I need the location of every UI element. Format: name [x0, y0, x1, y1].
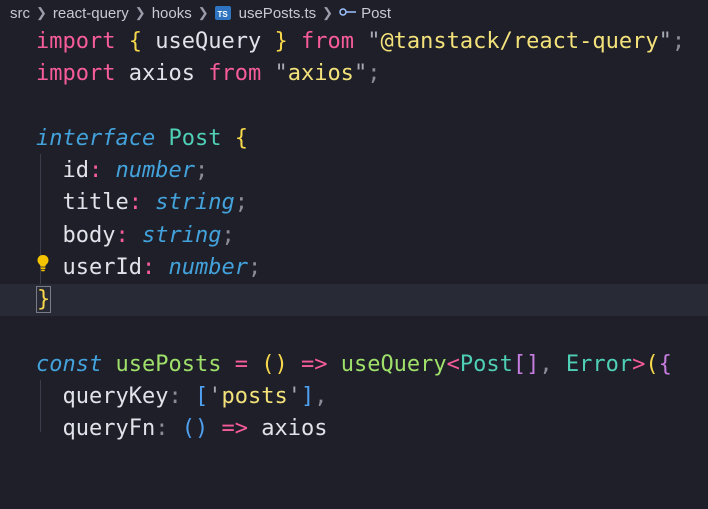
brace: }	[274, 29, 288, 54]
string-literal: posts	[221, 384, 288, 409]
keyword: interface	[36, 126, 156, 151]
function-call: useQuery	[340, 352, 447, 377]
code-line-12[interactable]: queryKey: ['posts'],	[0, 381, 708, 413]
punctuation: >	[632, 352, 646, 377]
breadcrumb-item-hooks[interactable]: hooks	[152, 5, 192, 22]
breadcrumb-item-file[interactable]: TS usePosts.ts	[214, 4, 317, 22]
punctuation: ;	[234, 190, 248, 215]
property: queryKey	[62, 384, 169, 409]
quote: '	[287, 384, 301, 409]
punctuation: ;	[194, 158, 209, 183]
punctuation: :	[115, 223, 129, 248]
code-line-11[interactable]: const usePosts = () => useQuery<Post[], …	[0, 349, 708, 381]
identifier: axios	[128, 61, 195, 86]
keyword: from	[208, 61, 262, 86]
brace: {	[128, 29, 142, 54]
chevron-right-icon: ❯	[134, 5, 146, 20]
brace: (	[645, 352, 659, 377]
punctuation: ,	[539, 352, 553, 377]
code-editor[interactable]: import { useQuery } from "@tanstack/reac…	[0, 26, 708, 441]
type-name: Post	[168, 126, 222, 151]
breadcrumb-item-symbol[interactable]: Post	[339, 5, 391, 22]
punctuation: ;	[221, 223, 235, 248]
type-name: Post	[459, 352, 513, 377]
punctuation: ;	[671, 29, 686, 54]
code-line-13[interactable]: queryFn: () => axios	[0, 413, 708, 445]
type-name: Error	[565, 352, 633, 377]
brace: ()	[261, 352, 288, 377]
code-line-8[interactable]: userId: number;	[0, 252, 708, 284]
breadcrumb: src ❯ react-query ❯ hooks ❯ TS usePosts.…	[0, 0, 708, 26]
punctuation: :	[89, 158, 103, 183]
chevron-right-icon: ❯	[36, 5, 47, 20]
brace: [	[194, 384, 209, 409]
punctuation: <	[446, 352, 460, 377]
punctuation: ;	[247, 255, 262, 280]
property: id	[62, 158, 90, 183]
breadcrumb-item-react-query[interactable]: react-query	[53, 5, 129, 22]
punctuation: :	[141, 255, 156, 280]
chevron-right-icon: ❯	[322, 5, 334, 20]
type-name: string	[155, 190, 235, 215]
code-line-6[interactable]: title: string;	[0, 187, 708, 219]
brace: }	[36, 286, 52, 313]
punctuation: ,	[314, 384, 328, 409]
breadcrumb-file-label: usePosts.ts	[238, 4, 317, 22]
punctuation: :	[128, 190, 142, 215]
code-line-5[interactable]: id: number;	[0, 155, 708, 187]
string-literal: @tanstack/react-query	[380, 29, 659, 54]
quote: "	[353, 61, 368, 86]
symbol-interface-icon	[339, 5, 357, 22]
property: body	[62, 223, 116, 248]
code-line-7[interactable]: body: string;	[0, 220, 708, 252]
punctuation: :	[155, 416, 169, 441]
brace: ()	[181, 416, 209, 441]
identifier: usePosts	[115, 352, 222, 377]
chevron-right-icon: ❯	[197, 5, 209, 20]
operator: =>	[221, 416, 248, 441]
keyword: import	[36, 61, 116, 86]
quote: "	[367, 29, 381, 54]
operator: =	[234, 352, 248, 377]
property: title	[62, 190, 129, 215]
property: queryFn	[62, 416, 156, 441]
type-name: string	[141, 223, 222, 248]
quote: "	[658, 29, 672, 54]
brace: {	[658, 352, 672, 377]
property: userId	[62, 255, 142, 280]
code-line-9[interactable]: }	[0, 284, 708, 316]
brace: {	[234, 126, 248, 151]
keyword: const	[36, 352, 103, 377]
keyword: from	[300, 29, 354, 54]
operator: =>	[300, 352, 328, 377]
type-name: number	[115, 158, 195, 183]
type-name: number	[168, 255, 248, 280]
code-line-2[interactable]: import axios from "axios";	[0, 58, 708, 90]
lightbulb-icon[interactable]	[36, 254, 50, 272]
code-line-4[interactable]: interface Post {	[0, 123, 708, 155]
code-line-1[interactable]: import { useQuery } from "@tanstack/reac…	[0, 26, 708, 58]
string-literal: axios	[287, 61, 354, 86]
typescript-file-icon: TS	[214, 6, 231, 20]
breadcrumb-symbol-label: Post	[361, 4, 392, 22]
punctuation: :	[168, 384, 182, 409]
identifier: useQuery	[155, 29, 262, 54]
quote: "	[274, 61, 288, 86]
identifier: axios	[261, 416, 328, 441]
brace: []	[512, 352, 540, 377]
breadcrumb-item-src[interactable]: src	[10, 5, 30, 22]
keyword: import	[36, 29, 116, 54]
quote: '	[208, 384, 222, 409]
punctuation: ;	[367, 61, 381, 86]
brace: ]	[300, 384, 315, 409]
